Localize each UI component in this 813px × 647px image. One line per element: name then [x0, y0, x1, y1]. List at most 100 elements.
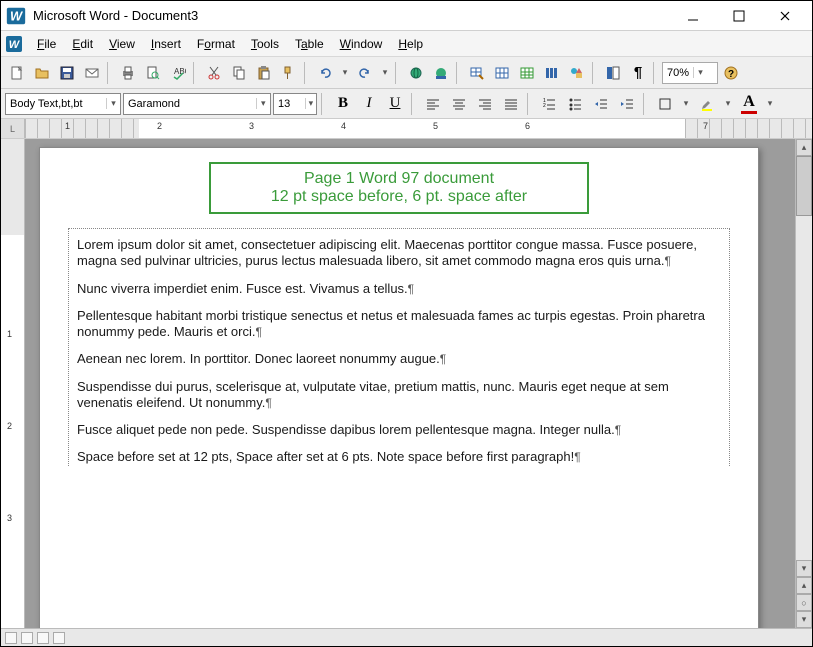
mail-button[interactable] — [80, 61, 104, 85]
help-button[interactable]: ? — [719, 61, 743, 85]
menu-insert[interactable]: Insert — [143, 35, 189, 53]
cut-button[interactable] — [202, 61, 226, 85]
spellcheck-button[interactable]: ABC — [166, 61, 190, 85]
document-body[interactable]: Lorem ipsum dolor sit amet, consectetuer… — [68, 228, 730, 466]
font-combo[interactable]: ▾ — [123, 93, 271, 115]
menu-file[interactable]: File — [29, 35, 64, 53]
close-button[interactable] — [762, 2, 808, 30]
style-combo[interactable]: ▾ — [5, 93, 121, 115]
excel-button[interactable] — [515, 61, 539, 85]
numbered-list-icon: 12 — [541, 96, 557, 112]
menu-help[interactable]: Help — [390, 35, 431, 53]
paintbrush-icon — [281, 65, 297, 81]
maximize-icon — [731, 8, 747, 24]
view-outline-button[interactable] — [53, 632, 65, 644]
highlight-button[interactable] — [695, 92, 719, 116]
svg-text:?: ? — [728, 69, 734, 80]
redo-dropdown[interactable]: ▾ — [378, 62, 392, 84]
paragraph[interactable]: Nunc viverra imperdiet enim. Fusce est. … — [77, 281, 721, 297]
tab-selector[interactable]: L — [1, 119, 25, 138]
font-color-button[interactable]: A — [737, 92, 761, 116]
scroll-up-button[interactable]: ▴ — [796, 139, 812, 156]
preview-button[interactable] — [141, 61, 165, 85]
menu-view[interactable]: View — [101, 35, 143, 53]
format-painter-button[interactable] — [277, 61, 301, 85]
paragraph[interactable]: Space before set at 12 pts, Space after … — [77, 449, 721, 465]
new-button[interactable] — [5, 61, 29, 85]
align-center-button[interactable] — [447, 92, 471, 116]
minimize-button[interactable] — [670, 2, 716, 30]
view-print-button[interactable] — [37, 632, 49, 644]
menu-format[interactable]: Format — [189, 35, 243, 53]
maximize-button[interactable] — [716, 2, 762, 30]
drawing-button[interactable] — [565, 61, 589, 85]
font-input[interactable] — [124, 98, 256, 110]
next-page-button[interactable]: ▾ — [796, 611, 812, 628]
borders-dropdown[interactable]: ▾ — [679, 93, 693, 115]
scroll-thumb[interactable] — [796, 156, 812, 216]
spellcheck-icon: ABC — [170, 65, 186, 81]
borders-button[interactable] — [653, 92, 677, 116]
pilcrow-mark: ¶ — [255, 325, 261, 339]
align-left-icon — [425, 96, 441, 112]
svg-text:W: W — [9, 39, 21, 51]
redo-button[interactable] — [353, 61, 377, 85]
scroll-down-button[interactable]: ▾ — [796, 560, 812, 577]
paragraph[interactable]: Lorem ipsum dolor sit amet, consectetuer… — [77, 237, 721, 270]
columns-button[interactable] — [540, 61, 564, 85]
view-weblayout-button[interactable] — [21, 632, 33, 644]
scroll-track[interactable] — [796, 216, 812, 560]
underline-button[interactable]: U — [383, 92, 407, 116]
bold-button[interactable]: B — [331, 92, 355, 116]
justify-icon — [503, 96, 519, 112]
separator — [592, 62, 598, 84]
justify-button[interactable] — [499, 92, 523, 116]
align-left-button[interactable] — [421, 92, 445, 116]
print-button[interactable] — [116, 61, 140, 85]
numbering-button[interactable]: 12 — [537, 92, 561, 116]
menu-edit[interactable]: Edit — [64, 35, 101, 53]
document-viewport[interactable]: Page 1 Word 97 document 12 pt space befo… — [25, 139, 795, 628]
undo-dropdown[interactable]: ▾ — [338, 62, 352, 84]
paragraph[interactable]: Suspendisse dui purus, scelerisque at, v… — [77, 379, 721, 412]
prev-page-button[interactable]: ▴ — [796, 577, 812, 594]
paragraph[interactable]: Pellentesque habitant morbi tristique se… — [77, 308, 721, 341]
zoom-combo[interactable]: 70% ▾ — [662, 62, 718, 84]
paste-button[interactable] — [252, 61, 276, 85]
word-doc-icon: W — [5, 35, 23, 53]
tables-borders-button[interactable] — [465, 61, 489, 85]
size-input[interactable] — [274, 98, 305, 110]
paragraph[interactable]: Fusce aliquet pede non pede. Suspendisse… — [77, 422, 721, 438]
menu-window[interactable]: Window — [332, 35, 391, 53]
vertical-ruler[interactable]: 1 2 3 — [1, 139, 25, 628]
increase-indent-button[interactable] — [615, 92, 639, 116]
size-combo[interactable]: ▾ — [273, 93, 317, 115]
chevron-down-icon: ▾ — [305, 98, 316, 109]
svg-text:2: 2 — [543, 103, 546, 109]
save-button[interactable] — [55, 61, 79, 85]
highlight-dropdown[interactable]: ▾ — [721, 93, 735, 115]
view-normal-button[interactable] — [5, 632, 17, 644]
bullets-button[interactable] — [563, 92, 587, 116]
browse-object-button[interactable]: ○ — [796, 594, 812, 611]
align-right-button[interactable] — [473, 92, 497, 116]
italic-button[interactable]: I — [357, 92, 381, 116]
open-button[interactable] — [30, 61, 54, 85]
hyperlink-button[interactable] — [404, 61, 428, 85]
font-color-dropdown[interactable]: ▾ — [763, 93, 777, 115]
paragraph[interactable]: Aenean nec lorem. In porttitor. Donec la… — [77, 351, 721, 367]
save-disk-icon — [59, 65, 75, 81]
vertical-scrollbar[interactable]: ▴ ▾ ▴ ○ ▾ — [795, 139, 812, 628]
show-hide-button[interactable]: ¶ — [626, 61, 650, 85]
web-toolbar-button[interactable] — [429, 61, 453, 85]
horizontal-ruler[interactable]: 1 2 3 4 5 6 7 — [25, 119, 812, 138]
menu-tools[interactable]: Tools — [243, 35, 287, 53]
decrease-indent-button[interactable] — [589, 92, 613, 116]
style-input[interactable] — [6, 98, 106, 110]
undo-button[interactable] — [313, 61, 337, 85]
document-map-button[interactable] — [601, 61, 625, 85]
insert-table-button[interactable] — [490, 61, 514, 85]
menu-table[interactable]: Table — [287, 35, 332, 53]
copy-button[interactable] — [227, 61, 251, 85]
statusbar — [1, 628, 812, 646]
